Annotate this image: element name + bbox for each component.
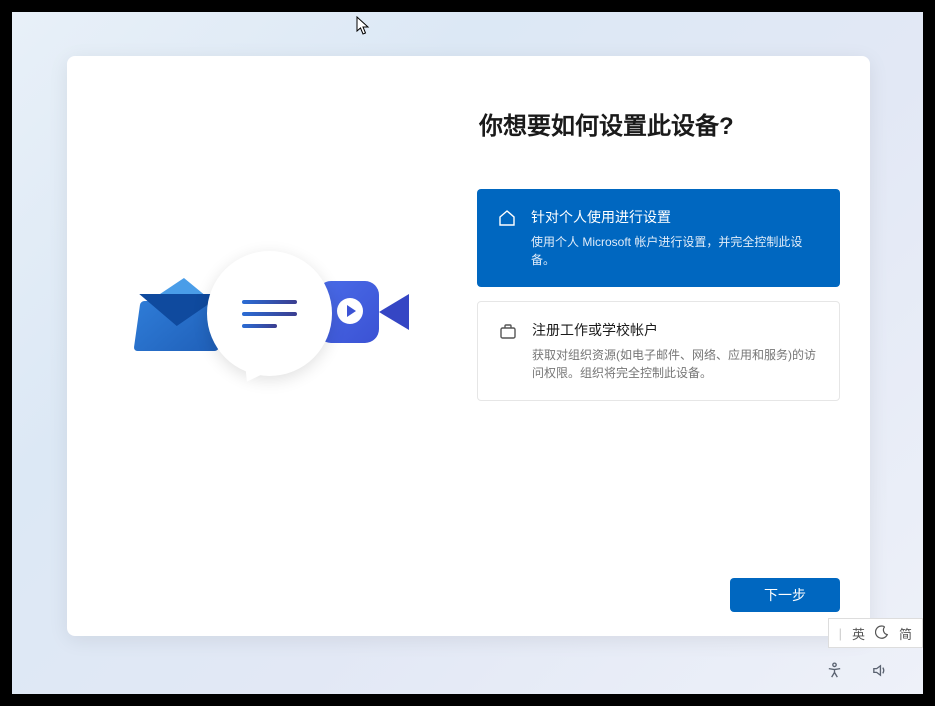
next-button[interactable]: 下一步 bbox=[730, 578, 840, 612]
setup-dialog: 你想要如何设置此设备? 针对个人使用进行设置 使用个人 Microsoft 帐户… bbox=[67, 56, 870, 636]
ime-lang-english[interactable]: 英 bbox=[852, 624, 865, 643]
mouse-cursor bbox=[356, 16, 372, 41]
volume-icon[interactable] bbox=[871, 662, 888, 684]
setup-illustration bbox=[132, 256, 412, 436]
ime-separator: | bbox=[839, 626, 842, 641]
option-work-school[interactable]: 注册工作或学校帐户 获取对组织资源(如电子邮件、网络、应用和服务)的访问权限。组… bbox=[477, 301, 840, 401]
speech-bubble-icon bbox=[207, 251, 332, 376]
ime-mode-icon[interactable] bbox=[875, 625, 889, 642]
page-title: 你想要如何设置此设备? bbox=[479, 106, 840, 141]
home-icon bbox=[497, 208, 519, 269]
system-tray bbox=[826, 662, 888, 684]
option-personal-description: 使用个人 Microsoft 帐户进行设置，并完全控制此设备。 bbox=[531, 233, 820, 269]
option-personal-title: 针对个人使用进行设置 bbox=[531, 207, 820, 227]
accessibility-icon[interactable] bbox=[826, 662, 843, 684]
illustration-pane bbox=[67, 56, 477, 636]
oobe-background: 你想要如何设置此设备? 针对个人使用进行设置 使用个人 Microsoft 帐户… bbox=[12, 12, 923, 694]
ime-indicator[interactable]: | 英 简 bbox=[828, 618, 923, 648]
option-work-title: 注册工作或学校帐户 bbox=[532, 320, 819, 340]
ime-lang-simplified[interactable]: 简 bbox=[899, 624, 912, 643]
briefcase-icon bbox=[498, 321, 520, 382]
option-work-description: 获取对组织资源(如电子邮件、网络、应用和服务)的访问权限。组织将完全控制此设备。 bbox=[532, 346, 819, 382]
option-personal-use[interactable]: 针对个人使用进行设置 使用个人 Microsoft 帐户进行设置，并完全控制此设… bbox=[477, 189, 840, 287]
content-pane: 你想要如何设置此设备? 针对个人使用进行设置 使用个人 Microsoft 帐户… bbox=[477, 56, 870, 636]
